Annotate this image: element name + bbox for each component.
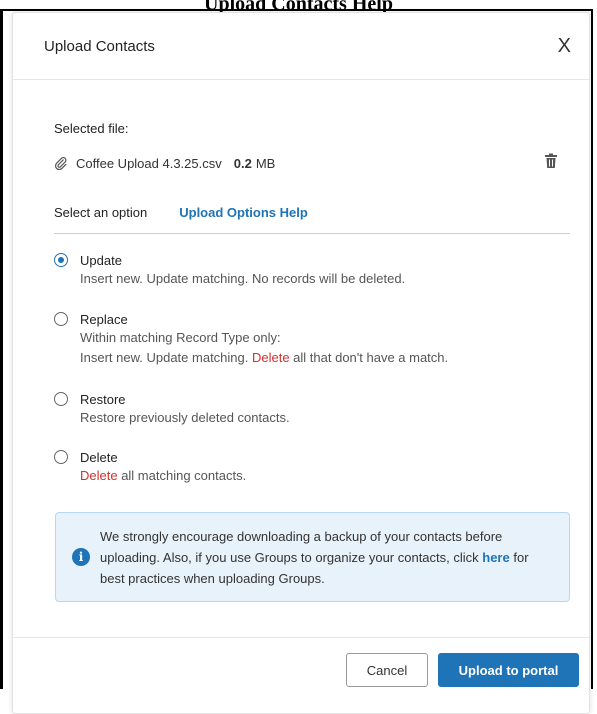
option-description: Within matching Record Type only: [80, 330, 281, 345]
options-divider [54, 233, 570, 234]
info-text-pre: We strongly encourage downloading a back… [100, 528, 503, 565]
selected-file-label: Selected file: [54, 121, 129, 136]
file-size-value: 0.2 [233, 155, 252, 171]
radio-replace[interactable] [54, 312, 68, 326]
info-text: We strongly encourage downloading a back… [100, 526, 555, 589]
radio-delete[interactable] [54, 450, 68, 464]
dialog-title: Upload Contacts [44, 37, 155, 55]
option-restore[interactable]: Restore Restore previously deleted conta… [54, 390, 570, 428]
dialog-header: Upload Contacts X [13, 13, 589, 80]
option-delete[interactable]: Delete Delete all matching contacts. [54, 448, 570, 486]
option-description: Delete all matching contacts. [80, 466, 570, 486]
option-label: Restore [80, 391, 126, 407]
delete-word: Delete [251, 350, 290, 365]
trash-icon[interactable] [544, 153, 558, 169]
here-link[interactable]: here [482, 550, 509, 565]
upload-options-help-link[interactable]: Upload Options Help [179, 205, 308, 220]
upload-contacts-dialog: Upload Contacts X Selected file: Coffee … [12, 12, 590, 714]
paperclip-icon [54, 157, 67, 170]
info-icon: i [72, 548, 90, 566]
select-option-label: Select an option [54, 205, 148, 220]
option-update[interactable]: Update Insert new. Update matching. No r… [54, 251, 570, 289]
selected-file-row: Coffee Upload 4.3.25.csv 0.2 MB [54, 153, 558, 173]
file-size-unit: MB [255, 155, 276, 171]
option-label: Update [80, 252, 122, 268]
cancel-button[interactable]: Cancel [346, 653, 428, 687]
option-label: Delete [80, 449, 118, 465]
close-icon[interactable]: X [558, 36, 571, 56]
option-description: Insert new. Update matching. No records … [80, 271, 406, 286]
info-banner: i We strongly encourage downloading a ba… [55, 512, 570, 602]
upload-to-portal-button[interactable]: Upload to portal [438, 653, 579, 687]
option-description: Restore previously deleted contacts. [80, 410, 290, 425]
desc-text: Insert new. Update matching. [80, 350, 252, 365]
file-name: Coffee Upload 4.3.25.csv [76, 155, 222, 171]
footer-divider [13, 637, 589, 638]
option-label: Replace [80, 311, 128, 327]
radio-restore[interactable] [54, 392, 68, 406]
options-header: Select an option Upload Options Help [54, 205, 308, 220]
desc-text: all matching contacts. [117, 468, 247, 483]
radio-update[interactable] [54, 253, 68, 267]
option-description-2: Insert new. Update matching. Delete all … [80, 348, 570, 368]
delete-word: Delete [80, 468, 118, 483]
option-replace[interactable]: Replace Within matching Record Type only… [54, 310, 570, 368]
desc-text: all that don't have a match. [289, 350, 449, 365]
